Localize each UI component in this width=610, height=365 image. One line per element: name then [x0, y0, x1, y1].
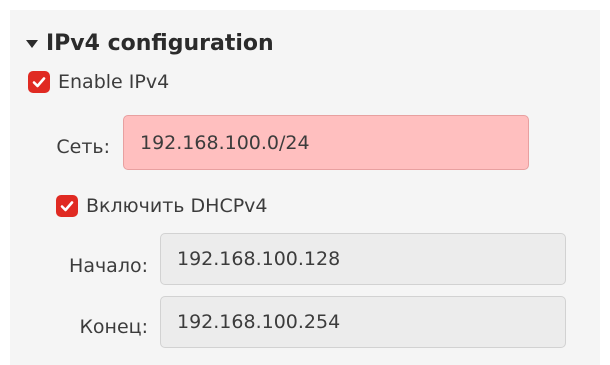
checkmark-icon[interactable] [56, 195, 78, 217]
range-start-value: 192.168.100.128 [177, 248, 341, 270]
enable-ipv4-checkbox-row[interactable]: Enable IPv4 [28, 69, 169, 95]
enable-ipv4-label: Enable IPv4 [58, 71, 170, 93]
ipv4-settings-panel: IPv4 configuration Enable IPv4 Сеть: 192… [10, 10, 600, 365]
range-start-label: Начало: [69, 255, 148, 277]
checkmark-icon[interactable] [28, 71, 50, 93]
triangle-down-icon [26, 40, 38, 48]
range-start-input[interactable]: 192.168.100.128 [160, 233, 566, 285]
ipv4-section-header[interactable]: IPv4 configuration [26, 28, 274, 58]
range-end-input[interactable]: 192.168.100.254 [160, 296, 566, 348]
network-input[interactable]: 192.168.100.0/24 [123, 115, 529, 170]
dhcp-label: Включить DHCPv4 [86, 195, 268, 217]
network-value: 192.168.100.0/24 [140, 131, 310, 154]
section-title: IPv4 configuration [46, 30, 274, 56]
dhcp-checkbox-row[interactable]: Включить DHCPv4 [56, 193, 268, 219]
network-label: Сеть: [56, 136, 110, 158]
range-end-value: 192.168.100.254 [177, 311, 341, 333]
range-end-label: Конец: [79, 316, 148, 338]
